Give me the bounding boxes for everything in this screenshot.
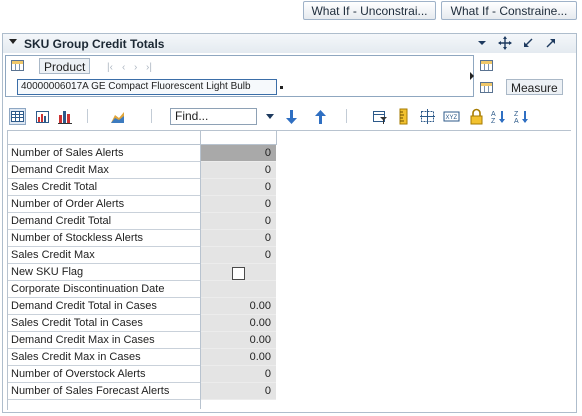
toolbar-separator (346, 109, 347, 123)
collapse-toggle-icon[interactable] (9, 39, 17, 44)
what-if-constrained-button[interactable]: What If - Constraine... (441, 1, 577, 20)
area-chart-icon[interactable] (109, 108, 126, 125)
lock-icon[interactable] (468, 108, 485, 125)
row-label: Corporate Discontinuation Date (8, 281, 200, 298)
row-label: Number of Sales Forecast Alerts (8, 383, 200, 400)
value-cell[interactable]: 0 (201, 213, 276, 230)
svg-text:A: A (514, 118, 519, 125)
sku-group-credit-totals-panel: SKU Group Credit Totals Product |‹ ‹ › ›… (2, 33, 577, 413)
sort-descending-icon[interactable]: ZA (513, 108, 530, 125)
member-handle-icon[interactable] (280, 86, 283, 89)
measure-dimension-button[interactable]: Measure (506, 79, 563, 95)
split-view-icon[interactable] (419, 108, 436, 125)
maximize-icon[interactable] (544, 36, 558, 50)
svg-text:Z: Z (491, 118, 496, 125)
value-cell[interactable]: 0 (201, 145, 276, 162)
new-sku-flag-checkbox[interactable] (232, 267, 245, 280)
row-label: Demand Credit Max in Cases (8, 332, 200, 349)
next-page-icon[interactable]: › (134, 62, 137, 73)
row-label: Number of Order Alerts (8, 196, 200, 213)
last-page-icon[interactable]: ›| (146, 62, 152, 73)
toolbar-separator (151, 109, 152, 123)
panel-title: SKU Group Credit Totals (24, 37, 165, 51)
product-member-field[interactable]: 40000006017A GE Compact Fluorescent Ligh… (17, 79, 277, 95)
filter-icon[interactable] (371, 108, 388, 125)
value-cell[interactable]: 0 (201, 247, 276, 264)
xyz-icon[interactable]: XYZ (443, 108, 460, 125)
row-label: Demand Credit Total (8, 213, 200, 230)
panel-title-bar: SKU Group Credit Totals (3, 34, 576, 53)
panel-menu-icon[interactable] (475, 36, 489, 50)
value-cell[interactable]: 0 (201, 230, 276, 247)
row-label: Sales Credit Total in Cases (8, 315, 200, 332)
what-if-unconstrained-button[interactable]: What If - Unconstrai... (303, 1, 436, 20)
minimize-icon[interactable] (521, 36, 535, 50)
row-label: Sales Credit Total (8, 179, 200, 196)
first-page-icon[interactable]: |‹ (107, 62, 113, 73)
value-cell[interactable]: 0 (201, 179, 276, 196)
table-icon (480, 82, 493, 93)
svg-text:A: A (491, 111, 496, 118)
value-cell[interactable]: 0 (201, 162, 276, 179)
row-label: New SKU Flag (8, 264, 200, 281)
find-dropdown-icon[interactable] (262, 108, 279, 125)
row-label: Demand Credit Max (8, 162, 200, 179)
value-cell[interactable]: 0 (201, 366, 276, 383)
pov-measure-area: Measure (474, 55, 576, 97)
find-input[interactable]: Find... (170, 108, 257, 125)
value-cell[interactable]: 0 (201, 196, 276, 213)
new-sku-flag-cell (201, 264, 276, 281)
chart-grid-view-icon[interactable] (34, 108, 51, 125)
product-dimension-button[interactable]: Product (39, 58, 91, 74)
row-label: Sales Credit Max in Cases (8, 349, 200, 366)
value-cell[interactable] (201, 281, 276, 298)
value-cell[interactable]: 0 (201, 383, 276, 400)
column-header (201, 131, 277, 145)
grid-view-icon[interactable] (9, 108, 26, 125)
row-label: Number of Sales Alerts (8, 145, 200, 162)
row-label: Sales Credit Max (8, 247, 200, 264)
move-icon[interactable] (498, 36, 512, 50)
row-label: Demand Credit Total in Cases (8, 298, 200, 315)
previous-page-icon[interactable]: ‹ (122, 62, 125, 73)
row-label: Number of Stockless Alerts (8, 230, 200, 247)
find-next-arrow-down-icon[interactable] (283, 108, 300, 125)
table-icon (11, 60, 24, 71)
find-previous-arrow-up-icon[interactable] (312, 108, 329, 125)
svg-text:XYZ: XYZ (446, 115, 458, 121)
row-header-corner (8, 131, 201, 145)
value-cell[interactable]: 0.00 (201, 332, 276, 349)
svg-text:Z: Z (514, 111, 519, 118)
value-cell[interactable]: 0.00 (201, 298, 276, 315)
ruler-icon[interactable] (395, 108, 412, 125)
row-label: Number of Overstock Alerts (8, 366, 200, 383)
bar-chart-view-icon[interactable] (56, 108, 73, 125)
pov-product-area: Product |‹ ‹ › ›| 40000006017A GE Compac… (5, 55, 474, 97)
data-grid: Number of Sales Alerts 0 Demand Credit M… (7, 130, 571, 410)
value-cell[interactable]: 0.00 (201, 349, 276, 366)
sort-ascending-icon[interactable]: AZ (490, 108, 507, 125)
value-cell[interactable]: 0.00 (201, 315, 276, 332)
toolbar-separator (87, 109, 88, 123)
table-icon (480, 60, 493, 71)
grid-toolbar: Find... XYZ AZ ZA (3, 105, 576, 127)
